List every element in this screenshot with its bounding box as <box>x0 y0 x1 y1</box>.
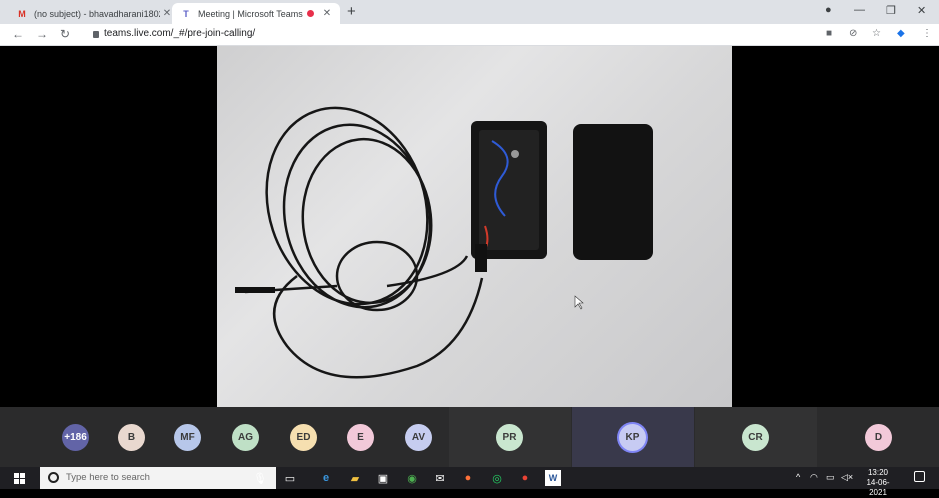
avatar-overflow-count[interactable]: +186 <box>62 424 89 451</box>
lock-icon <box>93 31 99 38</box>
taskbar-search-box[interactable]: Type here to search <box>40 467 276 489</box>
teams-icon: T <box>183 8 189 19</box>
avatar[interactable]: B <box>118 424 145 451</box>
microphone-icon[interactable]: 🎙︎ <box>252 470 268 486</box>
tray-expand-icon[interactable]: ^ <box>796 472 800 482</box>
recording-indicator-icon <box>307 10 314 17</box>
browser-tab-strip: M (no subject) - bhavadharani1802 ✕ T Me… <box>0 0 939 24</box>
tab-gmail[interactable]: M (no subject) - bhavadharani1802 ✕ <box>8 3 180 24</box>
restore-button[interactable]: ❐ <box>886 4 896 17</box>
participant-strip: +186 B MF AG ED E AV PR KP CR D <box>0 407 939 467</box>
participant-tile-active-speaker[interactable]: KP <box>572 407 694 467</box>
gmail-icon: M <box>18 8 26 19</box>
jack-plug <box>235 287 275 293</box>
edge-icon[interactable]: e <box>318 470 334 486</box>
avatar[interactable]: AV <box>405 424 432 451</box>
tab-title: Meeting | Microsoft Teams <box>198 8 303 19</box>
avatar[interactable]: ED <box>290 424 317 451</box>
volume-icon[interactable]: ◁× <box>841 472 853 483</box>
store-icon[interactable]: ▣ <box>375 470 391 486</box>
avatar[interactable]: CR <box>742 424 769 451</box>
reload-button[interactable]: ↻ <box>60 27 70 41</box>
word-icon[interactable]: W <box>545 470 561 486</box>
network-icon[interactable]: ◠ <box>810 472 818 483</box>
participant-tile[interactable]: CR <box>695 407 817 467</box>
close-tab-icon[interactable]: ✕ <box>320 8 334 19</box>
shared-video <box>217 46 732 407</box>
menu-icon[interactable]: ⋮ <box>922 28 932 39</box>
notification-icon[interactable] <box>914 471 925 482</box>
extension-icon[interactable]: ◆ <box>897 28 905 39</box>
avatar[interactable]: D <box>865 424 892 451</box>
participant-tile-overflow[interactable]: +186 B MF AG ED E AV <box>0 407 432 467</box>
chrome-icon[interactable]: ● <box>517 470 533 486</box>
avatar[interactable]: E <box>347 424 374 451</box>
closed-enclosure <box>573 124 653 260</box>
profile-icon[interactable]: ● <box>825 4 832 16</box>
forward-button[interactable]: → <box>36 27 48 41</box>
tab-teams[interactable]: T Meeting | Microsoft Teams ✕ <box>172 3 340 24</box>
task-view-icon[interactable]: ▭ <box>282 470 298 486</box>
video-stage <box>0 46 939 407</box>
battery-icon[interactable]: ▭ <box>826 472 835 483</box>
mail-icon[interactable]: ✉ <box>432 470 448 486</box>
avatar[interactable]: PR <box>496 424 523 451</box>
avatar[interactable]: KP <box>619 424 646 451</box>
firefox-icon[interactable]: ● <box>460 470 476 486</box>
search-placeholder: Type here to search <box>66 472 150 483</box>
avatar[interactable]: AG <box>232 424 259 451</box>
tab-title: (no subject) - bhavadharani1802 <box>34 8 160 19</box>
video-frame <box>235 106 653 379</box>
tracking-icon[interactable]: ⊘ <box>849 28 857 39</box>
minimize-button[interactable]: — <box>854 4 865 16</box>
security-icon[interactable]: ◉ <box>404 470 420 486</box>
camera-icon[interactable]: ■ <box>826 28 832 39</box>
taskbar-clock[interactable]: 13:20 14-06-2021 <box>858 468 898 498</box>
windows-start-icon[interactable] <box>14 473 25 484</box>
clock-date: 14-06-2021 <box>866 478 890 497</box>
file-explorer-icon[interactable]: ▰ <box>347 470 363 486</box>
whatsapp-icon[interactable]: ◎ <box>489 470 505 486</box>
open-enclosure <box>471 121 547 272</box>
mouse-cursor-icon <box>574 295 584 310</box>
participant-tile[interactable]: PR <box>449 407 571 467</box>
windows-taskbar: Type here to search 🎙︎ ▭ e ▰ ▣ ◉ ✉ ● ◎ ●… <box>0 467 939 497</box>
clock-time: 13:20 <box>867 468 889 477</box>
bookmark-star-icon[interactable]: ☆ <box>872 28 881 39</box>
browser-toolbar: ← → ↻ teams.live.com/_#/pre-join-calling… <box>0 24 939 46</box>
cable-illustration <box>244 106 484 379</box>
avatar[interactable]: MF <box>174 424 201 451</box>
participant-tile[interactable]: D <box>818 407 939 467</box>
address-bar[interactable]: teams.live.com/_#/pre-join-calling/ <box>104 28 255 39</box>
close-window-button[interactable]: ✕ <box>917 4 926 17</box>
back-button[interactable]: ← <box>12 27 24 41</box>
cortana-icon <box>48 472 59 483</box>
new-tab-button[interactable]: + <box>347 3 356 20</box>
